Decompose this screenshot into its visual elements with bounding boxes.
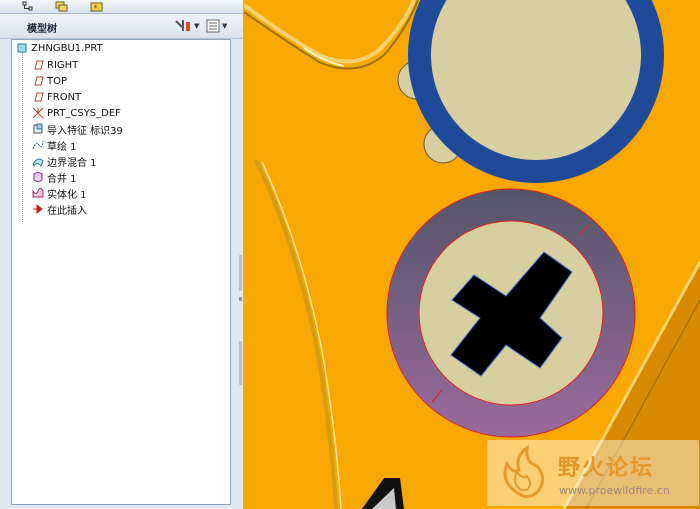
datum-plane-icon <box>32 91 44 103</box>
model-tree-tab[interactable] <box>20 0 36 12</box>
tree-item-boundary-blend[interactable]: 边界混合 1 <box>32 153 97 169</box>
tree-item-label: 实体化 1 <box>47 189 87 201</box>
panel-title: 模型树 <box>27 24 57 35</box>
panel-splitter[interactable] <box>238 255 243 385</box>
tree-item-merge[interactable]: 合并 1 <box>32 169 77 185</box>
splitter-arrow <box>239 297 242 301</box>
tree-item-label: 边界混合 1 <box>47 157 97 169</box>
tree-item-right[interactable]: RIGHT <box>32 57 78 73</box>
tree-show-button[interactable]: ▼ <box>206 18 227 34</box>
model-tree-panel: * 模型树 ▼ ▼ ZHNGBU1.PRT RIGHT TOP FRONT PR… <box>0 0 244 509</box>
import-feature-icon <box>32 123 44 135</box>
layer-tab[interactable] <box>54 0 70 12</box>
tree-item-label: 在此插入 <box>47 205 87 217</box>
splitter-grip-bottom <box>239 341 242 385</box>
watermark-url: www.proewildfire.cn <box>559 484 670 497</box>
tree-item-label: RIGHT <box>47 59 79 71</box>
panel-header: 模型树 ▼ ▼ <box>0 14 243 39</box>
tree-item-solidify[interactable]: 实体化 1 <box>32 185 87 201</box>
graphics-viewport[interactable] <box>244 0 700 509</box>
long-slot-edge <box>254 159 338 509</box>
favorites-folder-icon: * <box>90 2 102 12</box>
csys-icon <box>32 107 44 119</box>
model-tree: ZHNGBU1.PRT RIGHT TOP FRONT PRT_CSYS_DEF <box>11 39 231 505</box>
solidify-icon <box>32 187 44 199</box>
tree-icon <box>22 1 33 10</box>
tree-item-label: 导入特征 标识39 <box>47 125 123 137</box>
layers-icon <box>55 1 68 11</box>
tree-item-top[interactable]: TOP <box>32 73 67 89</box>
tree-settings-button[interactable]: ▼ <box>174 18 199 34</box>
tree-root-label: ZHNGBU1.PRT <box>31 42 103 54</box>
datum-plane-icon <box>32 75 44 87</box>
tree-item-label: TOP <box>47 75 68 87</box>
favorites-tab[interactable]: * <box>88 0 104 12</box>
tree-item-front[interactable]: FRONT <box>32 89 81 105</box>
panel-tab-bar: * <box>0 0 243 14</box>
tree-item-sketch[interactable]: 草绘 1 <box>32 137 77 153</box>
part-icon <box>16 42 28 54</box>
model-render <box>244 0 700 509</box>
tree-item-label: 合并 1 <box>47 173 77 185</box>
boundary-blend-icon <box>32 155 44 167</box>
long-slot-highlight <box>261 161 342 509</box>
chevron-down-icon: ▼ <box>194 22 200 30</box>
merge-icon <box>32 171 44 183</box>
chevron-down-icon: ▼ <box>222 22 228 30</box>
flame-logo-icon <box>503 444 544 498</box>
tree-root[interactable]: ZHNGBU1.PRT <box>16 40 103 56</box>
tree-item-label: 草绘 1 <box>47 141 77 153</box>
tree-item-label: PRT_CSYS_DEF <box>47 107 121 119</box>
insert-here-icon <box>32 203 44 215</box>
sketch-icon <box>32 139 44 151</box>
tree-item-import-feature[interactable]: 导入特征 标识39 <box>32 121 123 137</box>
list-icon <box>206 19 220 33</box>
tree-item-insert-here[interactable]: 在此插入 <box>32 201 87 217</box>
splitter-grip-top <box>239 255 242 291</box>
forum-watermark: 野火论坛 www.proewildfire.cn <box>487 440 699 506</box>
tree-connector-line <box>22 52 24 222</box>
tree-item-label: FRONT <box>47 91 82 103</box>
datum-plane-icon <box>32 59 44 71</box>
tools-icon <box>175 20 190 31</box>
watermark-title: 野火论坛 <box>558 456 655 481</box>
tree-item-csys[interactable]: PRT_CSYS_DEF <box>32 105 121 121</box>
svg-text:*: * <box>94 4 98 12</box>
